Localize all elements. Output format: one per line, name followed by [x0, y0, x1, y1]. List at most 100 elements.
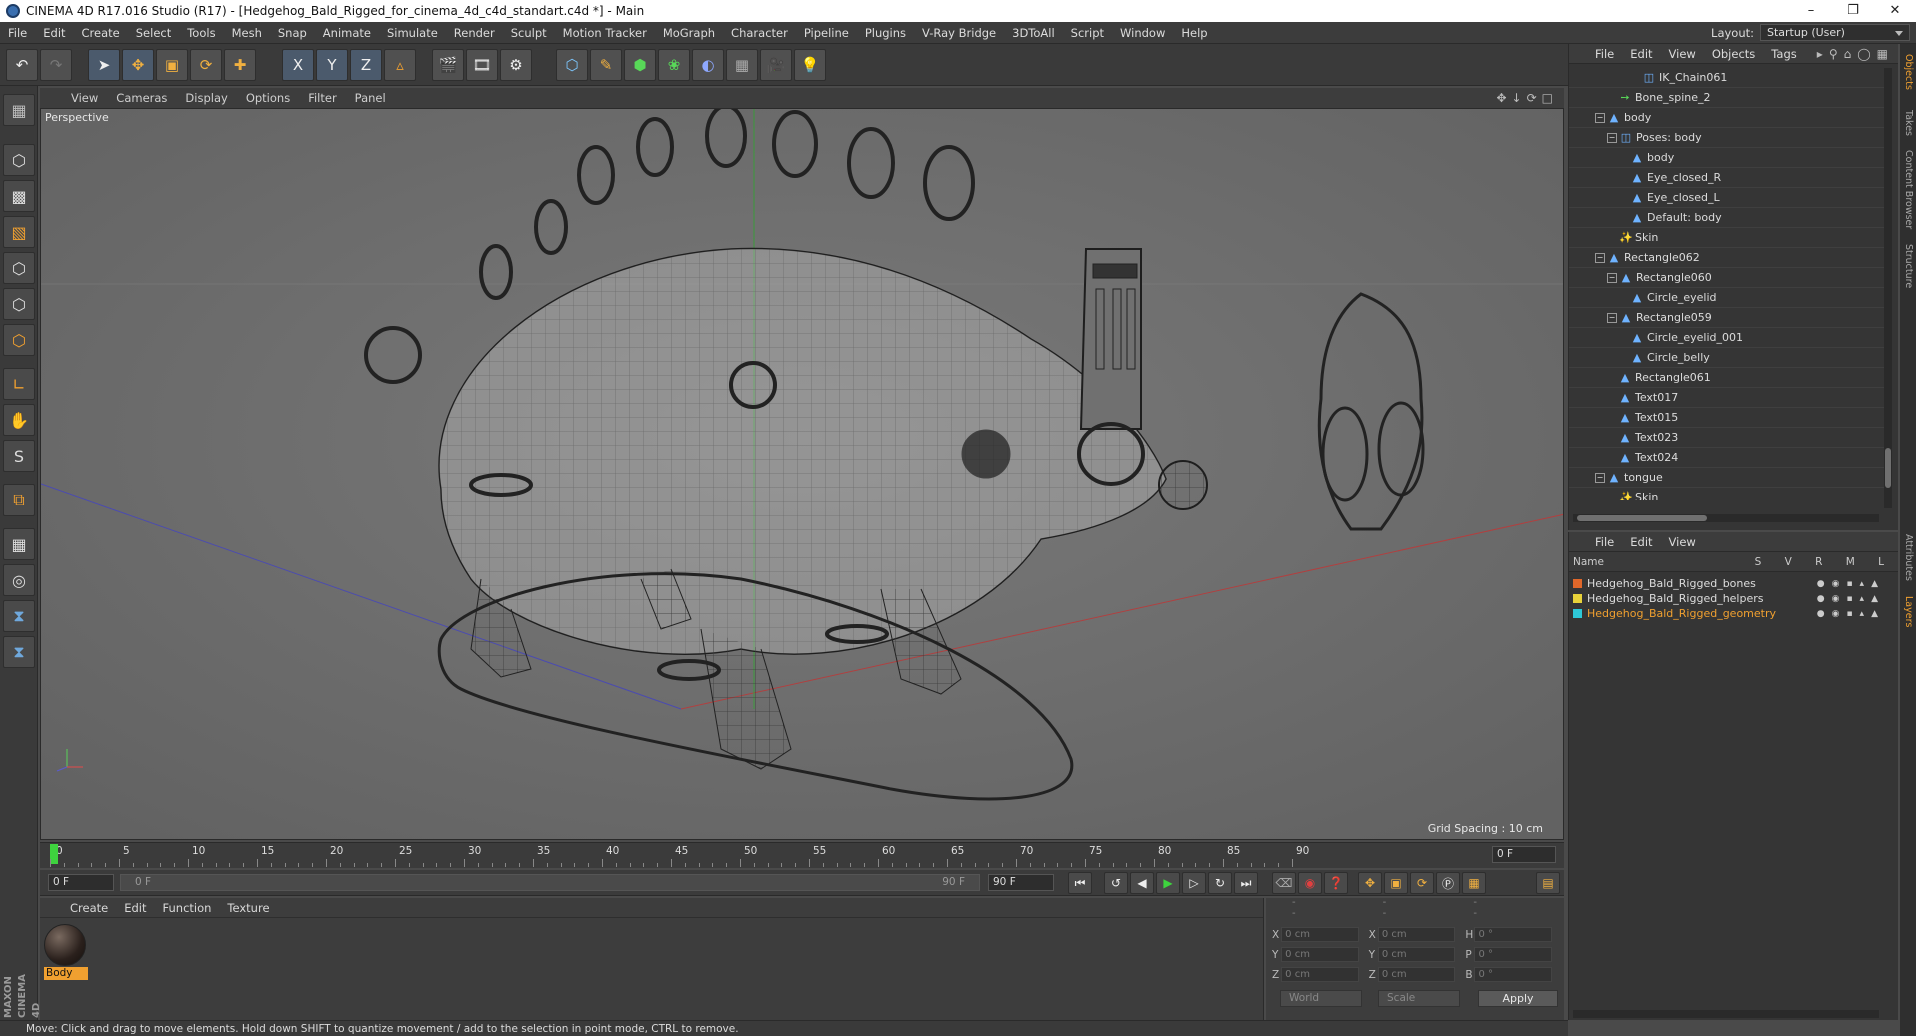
tree-row[interactable]: ▲ Text017: [1569, 388, 1887, 408]
tree-row[interactable]: ◫ IK_Chain061: [1569, 68, 1887, 88]
workplane-icon[interactable]: ▧: [3, 216, 35, 248]
planar-workplane-icon[interactable]: ◎: [3, 564, 35, 596]
tree-row[interactable]: ▲ body: [1569, 148, 1887, 168]
tree-row[interactable]: ▲ Eye_closed_L: [1569, 188, 1887, 208]
light-icon[interactable]: 💡: [794, 49, 826, 81]
layer-menu-file[interactable]: File: [1587, 535, 1622, 549]
subdivision-surface-icon[interactable]: ⬢: [624, 49, 656, 81]
redo-icon[interactable]: ↷: [40, 49, 72, 81]
layer-toggle-icons[interactable]: ●◉▪▴▲: [1817, 594, 1889, 604]
object-menu-edit[interactable]: Edit: [1622, 47, 1660, 61]
live-selection-icon[interactable]: ✚: [224, 49, 256, 81]
menu-edit[interactable]: Edit: [35, 22, 73, 44]
tree-row[interactable]: − ▲ Rectangle059: [1569, 308, 1887, 328]
layer-row[interactable]: Hedgehog_Bald_Rigged_geometry ●◉▪▴▲: [1569, 606, 1889, 621]
menu-3dtoall[interactable]: 3DToAll: [1004, 22, 1063, 44]
menu-sculpt[interactable]: Sculpt: [503, 22, 555, 44]
viewport-navigation-icons[interactable]: ✥↓⟳□: [1496, 91, 1564, 105]
menu-window[interactable]: Window: [1112, 22, 1173, 44]
size-z-field[interactable]: 0 cm: [1377, 967, 1456, 982]
material-menu-create[interactable]: Create: [62, 901, 116, 915]
points-mode-icon[interactable]: ⬡: [3, 252, 35, 284]
tree-row[interactable]: ➙ Bone_spine_2: [1569, 88, 1887, 108]
z-axis-lock-button[interactable]: Z: [350, 49, 382, 81]
point-level-key-icon[interactable]: ▦: [1462, 872, 1486, 894]
tree-row[interactable]: − ▲ tongue: [1569, 468, 1887, 488]
tab-takes[interactable]: Takes: [1900, 110, 1916, 136]
pen-spline-icon[interactable]: ✎: [590, 49, 622, 81]
axis-mode-icon[interactable]: ∟: [3, 368, 35, 400]
layer-toggle-icons[interactable]: ●◉▪▴▲: [1817, 579, 1889, 589]
layer-menu-view[interactable]: View: [1661, 535, 1704, 549]
layout-dropdown[interactable]: Startup (User): [1760, 24, 1910, 41]
texture-mode-icon[interactable]: ▩: [3, 180, 35, 212]
timeline-window-icon[interactable]: ▤: [1536, 872, 1560, 894]
parameter-key-icon[interactable]: Ⓟ: [1436, 872, 1460, 894]
viewport-menu-filter[interactable]: Filter: [299, 91, 345, 105]
menu-create[interactable]: Create: [74, 22, 128, 44]
timeline-ticks[interactable]: 0 5 10 15 20 25 30 35 40 45 50 55 60 65 …: [50, 843, 1488, 867]
minimize-icon[interactable]: –: [1790, 0, 1832, 22]
enable-snap-icon[interactable]: ⧉: [3, 484, 35, 516]
tree-row[interactable]: − ▲ Rectangle060: [1569, 268, 1887, 288]
tree-row[interactable]: ▲ Text024: [1569, 448, 1887, 468]
tweak-mode-icon[interactable]: ✋: [3, 404, 35, 436]
tree-row[interactable]: ✨ Skin: [1569, 488, 1887, 500]
object-manager-tools-icons[interactable]: ▸⚲⌂◯▦: [1817, 47, 1898, 61]
keyframe-selection-icon[interactable]: ❓: [1324, 872, 1348, 894]
object-menu-file[interactable]: File: [1587, 47, 1622, 61]
snapping-icon[interactable]: S: [3, 440, 35, 472]
playhead[interactable]: [50, 844, 58, 864]
previous-key-icon[interactable]: ↺: [1104, 872, 1128, 894]
menu-tools[interactable]: Tools: [179, 22, 223, 44]
edit-render-settings-icon[interactable]: ⚙: [500, 49, 532, 81]
menu-snap[interactable]: Snap: [270, 22, 315, 44]
restore-icon[interactable]: ❐: [1832, 0, 1874, 22]
current-frame-field[interactable]: 0 F: [1492, 846, 1556, 863]
end-frame-field[interactable]: 90 F: [988, 874, 1054, 891]
deformer-icon[interactable]: ◐: [692, 49, 724, 81]
tree-row[interactable]: ▲ Rectangle061: [1569, 368, 1887, 388]
menu-character[interactable]: Character: [723, 22, 796, 44]
menu-pipeline[interactable]: Pipeline: [796, 22, 857, 44]
menu-vray-bridge[interactable]: V-Ray Bridge: [914, 22, 1004, 44]
tree-row[interactable]: ▲ Default: body: [1569, 208, 1887, 228]
tree-row[interactable]: − ◫ Poses: body: [1569, 128, 1887, 148]
collapse-icon[interactable]: −: [1607, 312, 1617, 323]
viewport-menu-display[interactable]: Display: [176, 91, 236, 105]
python-script-2-icon[interactable]: ⧗: [3, 636, 35, 668]
scroll-thumb[interactable]: [1885, 448, 1891, 488]
position-key-icon[interactable]: ✥: [1358, 872, 1382, 894]
tree-row[interactable]: ▲ Text023: [1569, 428, 1887, 448]
coordinate-system-icon[interactable]: ▵: [384, 49, 416, 81]
tab-objects[interactable]: Objects: [1900, 54, 1916, 90]
tree-row[interactable]: − ▲ body: [1569, 108, 1887, 128]
object-tree-scrollbar[interactable]: [1884, 68, 1892, 508]
layer-row[interactable]: Hedgehog_Bald_Rigged_helpers ●◉▪▴▲: [1569, 591, 1889, 606]
scale-tool-icon[interactable]: ▣: [156, 49, 188, 81]
undo-icon[interactable]: ↶: [6, 49, 38, 81]
tree-row[interactable]: ▲ Circle_eyelid: [1569, 288, 1887, 308]
menu-select[interactable]: Select: [128, 22, 179, 44]
rotation-h-field[interactable]: 0 °: [1474, 927, 1552, 942]
scale-dropdown[interactable]: Scale: [1378, 990, 1460, 1007]
render-picture-viewer-icon[interactable]: 🎞: [466, 49, 498, 81]
autokey-icon[interactable]: ◉: [1298, 872, 1322, 894]
menu-animate[interactable]: Animate: [315, 22, 379, 44]
menu-help[interactable]: Help: [1173, 22, 1215, 44]
menu-plugins[interactable]: Plugins: [857, 22, 914, 44]
previous-frame-icon[interactable]: ◀: [1130, 872, 1154, 894]
tree-row[interactable]: ✨ Skin: [1569, 228, 1887, 248]
locked-workplane-icon[interactable]: ▦: [3, 528, 35, 560]
camera-icon[interactable]: 🎥: [760, 49, 792, 81]
viewport-menu-cameras[interactable]: Cameras: [107, 91, 176, 105]
3d-viewport[interactable]: Perspective Grid Spacing : 10 cm: [40, 108, 1564, 840]
tree-row[interactable]: ▲ Eye_closed_R: [1569, 168, 1887, 188]
position-y-field[interactable]: 0 cm: [1281, 947, 1359, 962]
y-axis-lock-button[interactable]: Y: [316, 49, 348, 81]
cloner-icon[interactable]: ❀: [658, 49, 690, 81]
position-z-field[interactable]: 0 cm: [1281, 967, 1359, 982]
object-menu-objects[interactable]: Objects: [1704, 47, 1763, 61]
play-icon[interactable]: ▶: [1156, 872, 1180, 894]
tab-layers[interactable]: Layers: [1900, 596, 1916, 627]
